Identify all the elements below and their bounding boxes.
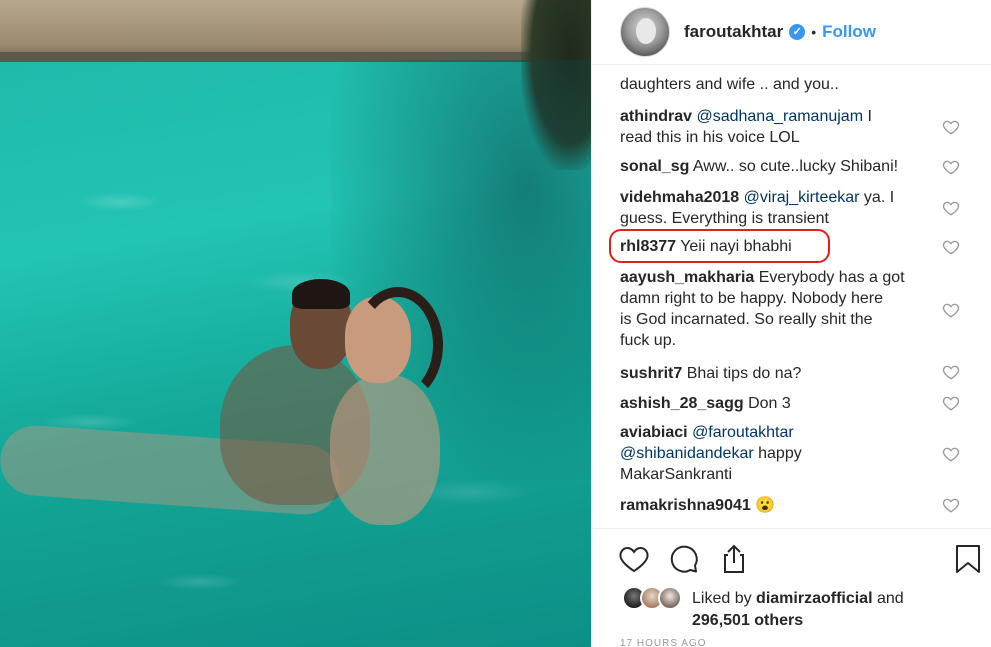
comment-like-heart-icon[interactable] [942,301,960,319]
comment-like-heart-icon[interactable] [942,158,960,176]
surprised-emoji: 😮 [755,497,776,514]
comment-text: MakarSankranti [620,466,733,483]
comment-username[interactable]: ramakrishna9041 [620,497,751,514]
avatar [658,586,682,610]
avatar[interactable] [620,7,670,57]
comment-bubble-icon[interactable] [668,543,700,575]
comment-text: Bhai tips do na? [682,365,802,382]
post-header: faroutakhtar ✓ • Follow [592,0,991,65]
comment-item: daughters and wife .. and you.. [620,74,940,95]
bookmark-icon[interactable] [952,543,984,575]
comment-item: sushrit7 Bhai tips do na? [620,363,940,384]
man-head [290,279,352,369]
liker-username[interactable]: diamirzaofficial [756,590,872,607]
share-icon[interactable] [718,543,750,575]
comment-like-heart-icon[interactable] [942,394,960,412]
verified-badge-icon: ✓ [789,24,806,40]
post-photo[interactable] [0,0,591,647]
comment-text: ya. I [859,189,895,206]
separator-dot: • [811,24,817,40]
pool-deck [0,0,591,62]
post-username[interactable]: faroutakhtar [684,22,783,42]
heart-icon[interactable] [618,543,650,575]
comment-text: happy [753,445,802,462]
comment-item: videhmaha2018 @viraj_kirteekar ya. I gue… [620,187,940,229]
action-bar [592,528,991,584]
comment-mention[interactable]: @sadhana_ramanujam [696,108,863,125]
red-highlight-circle [609,229,830,263]
comment-item: ramakrishna9041 😮 [620,495,940,516]
comment-text: guess. Everything is transient [620,210,829,227]
liked-by-text: Liked by diamirzaofficial and [692,588,904,609]
comment-text: read this in his voice LOL [620,129,800,146]
comment-like-heart-icon[interactable] [942,238,960,256]
post-timestamp[interactable]: 17 HOURS AGO [620,638,706,647]
couple-in-pool [0,279,460,585]
others-count[interactable]: 296,501 others [692,610,803,631]
liked-by-and: and [872,590,904,607]
comment-like-heart-icon[interactable] [942,199,960,217]
comment-item: sonal_sg Aww.. so cute..lucky Shibani! [620,156,940,177]
comment-text: I [863,108,872,125]
comment-list[interactable]: daughters and wife .. and you.. athindra… [592,66,991,528]
comment-like-heart-icon[interactable] [942,363,960,381]
comment-item: athindrav @sadhana_ramanujam I read this… [620,106,940,148]
comment-text: daughters and wife .. and you.. [620,76,839,93]
woman-head [345,287,443,403]
comment-username[interactable]: videhmaha2018 [620,189,739,206]
post-sidebar: faroutakhtar ✓ • Follow daughters and wi… [592,0,991,647]
comment-text: fuck up. [620,332,677,349]
comment-username[interactable]: sonal_sg [620,158,689,175]
comment-like-heart-icon[interactable] [942,118,960,136]
liker-avatars[interactable] [620,586,690,614]
comment-item: aayush_makharia Everybody has a got damn… [620,267,940,351]
comment-username[interactable]: athindrav [620,108,692,125]
comment-mention[interactable]: @shibanidandekar [620,445,754,462]
follow-button[interactable]: Follow [822,22,876,42]
liked-by-prefix: Liked by [692,590,757,607]
comment-like-heart-icon[interactable] [942,445,960,463]
comment-text: damn right to be happy. Nobody here [620,290,883,307]
comment-text: is God incarnated. So really shit the [620,311,873,328]
comment-text: Don 3 [743,395,791,412]
comment-username[interactable]: aayush_makharia [620,269,754,286]
comment-mention[interactable]: @faroutakhtar [692,424,794,441]
comment-text: Aww.. so cute..lucky Shibani! [689,158,899,175]
comment-username[interactable]: ashish_28_sagg [620,395,744,412]
comment-mention[interactable]: @viraj_kirteekar [744,189,860,206]
likes-summary: Liked by diamirzaofficial and 296,501 ot… [620,586,980,634]
comment-username[interactable]: aviabiaci [620,424,688,441]
comment-text: Everybody has a got [754,269,905,286]
comment-item: aviabiaci @faroutakhtar @shibanidandekar… [620,422,940,485]
comment-username[interactable]: sushrit7 [620,365,682,382]
comment-item: ashish_28_sagg Don 3 [620,393,940,414]
comment-like-heart-icon[interactable] [942,496,960,514]
